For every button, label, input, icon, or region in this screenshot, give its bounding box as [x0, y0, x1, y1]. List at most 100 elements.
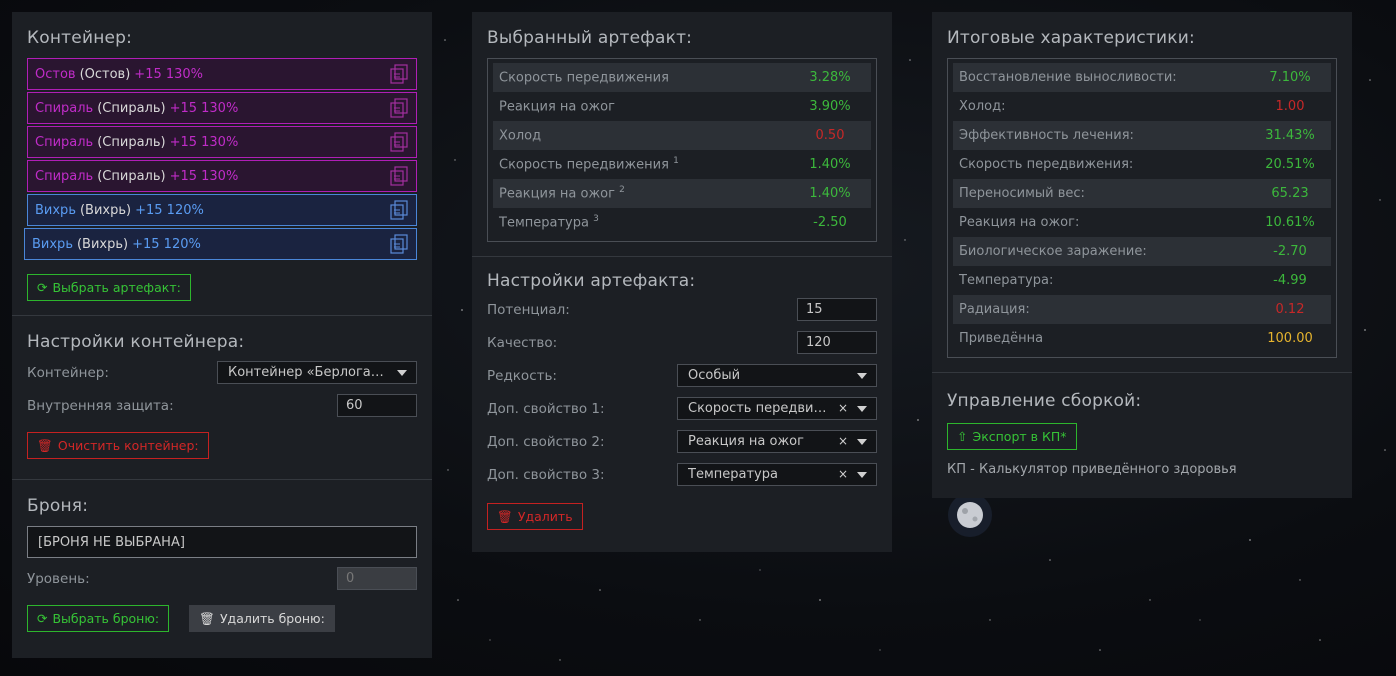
stat-row: Реакция на ожог: 10.61%	[953, 208, 1331, 237]
stat-row: Переносимый вес: 65.23	[953, 179, 1331, 208]
copy-icon[interactable]	[390, 98, 408, 118]
artifact-type: (Вихрь)	[79, 202, 132, 218]
quality-input[interactable]: 120	[797, 331, 877, 354]
stat-row: Биологическое заражение: -2.70	[953, 237, 1331, 266]
select-armor-button[interactable]: ⟳ Выбрать броню:	[27, 605, 170, 632]
artifact-type: (Спираль)	[97, 134, 166, 150]
armor-field[interactable]: [БРОНЯ НЕ ВЫБРАНА]	[27, 526, 417, 558]
total-stats-title: Итоговые характеристики:	[947, 28, 1195, 48]
armor-level-row: Уровень: 0	[27, 562, 417, 595]
stat-label: Приведённа	[959, 331, 1044, 346]
container-slot[interactable]: Спираль (Спираль) +15 130%	[27, 126, 417, 158]
artifact-name: Остов	[35, 66, 76, 82]
stat-value: 31.43%	[1265, 128, 1315, 143]
copy-icon[interactable]	[390, 132, 408, 152]
stat-label: Температура:	[959, 273, 1054, 288]
potential-input[interactable]: 15	[797, 298, 877, 321]
container-slot[interactable]: Спираль (Спираль) +15 130%	[27, 92, 417, 124]
stat-label: Холод	[499, 128, 542, 144]
armor-level-input: 0	[337, 567, 417, 590]
container-title: Контейнер:	[27, 28, 133, 48]
stat-label: Реакция на ожог:	[959, 215, 1080, 230]
stat-value: 100.00	[1267, 331, 1313, 346]
delete-armor-button[interactable]: 🗑 Удалить броню:	[189, 605, 335, 632]
container-slot[interactable]: Спираль (Спираль) +15 130%	[27, 160, 417, 192]
extra3-row: Доп. свойство 3: Температура ×	[487, 458, 877, 491]
copy-icon[interactable]	[390, 200, 408, 220]
artifact-level: +15 130%	[169, 168, 239, 184]
container-slot[interactable]: Остов (Остов) +15 130%	[27, 58, 417, 90]
right-panel: Итоговые характеристики: Восстановление …	[932, 12, 1352, 498]
stat-row: Температура 3 -2.50	[493, 208, 871, 237]
stat-label: Скорость передвижения	[499, 70, 669, 86]
artifact-level: +15 120%	[132, 236, 201, 252]
chevron-down-icon	[857, 373, 867, 379]
stat-label: Реакция на ожог	[499, 99, 615, 115]
stat-label: Восстановление выносливости:	[959, 70, 1177, 85]
build-management-title: Управление сборкой:	[947, 391, 1142, 411]
delete-artifact-button[interactable]: 🗑 Удалить	[487, 503, 583, 530]
export-button[interactable]: ⇧ Экспорт в КП*	[947, 423, 1077, 450]
stat-row: Скорость передвижения 1 1.40%	[493, 150, 871, 179]
trash-icon: 🗑	[37, 437, 53, 453]
artifact-level: +15 130%	[169, 134, 239, 150]
trash-icon: 🗑	[199, 610, 215, 626]
quality-row: Качество: 120	[487, 326, 877, 359]
stat-value: -2.50	[813, 215, 847, 230]
select-artifact-button[interactable]: ⟳ Выбрать артефакт:	[27, 274, 191, 301]
clear-container-button[interactable]: 🗑 Очистить контейнер:	[27, 432, 209, 459]
stat-value: 3.90%	[809, 99, 851, 114]
stat-row: Холод: 1.00	[953, 92, 1331, 121]
container-settings-title: Настройки контейнера:	[27, 332, 245, 352]
stat-row: Реакция на ожог 3.90%	[493, 92, 871, 121]
chevron-down-icon	[397, 370, 407, 376]
stat-label: Переносимый вес:	[959, 186, 1085, 201]
copy-icon[interactable]	[390, 166, 408, 186]
stat-value: 1.00	[1275, 99, 1305, 114]
artifact-settings-title: Настройки артефакта:	[487, 271, 696, 291]
stat-label: Холод:	[959, 99, 1006, 114]
clear-icon[interactable]: ×	[838, 434, 848, 448]
container-select[interactable]: Контейнер «Берлога…	[217, 361, 417, 384]
copy-icon[interactable]	[390, 64, 408, 84]
stat-value: -2.70	[1273, 244, 1307, 259]
stat-row: Радиация: 0.12	[953, 295, 1331, 324]
container-slot[interactable]: Вихрь (Вихрь) +15 120%	[27, 194, 417, 226]
stat-label: Биологическое заражение:	[959, 244, 1147, 259]
stat-row: Восстановление выносливости: 7.10%	[953, 63, 1331, 92]
container-slot[interactable]: Вихрь (Вихрь) +15 120%	[24, 228, 417, 260]
artifact-type: (Вихрь)	[76, 236, 129, 252]
rarity-row: Редкость: Особый	[487, 359, 877, 392]
stat-row: Приведённа 100.00	[953, 324, 1331, 353]
container-row: Контейнер: Контейнер «Берлога…	[27, 356, 417, 389]
potential-row: Потенциал: 15	[487, 293, 877, 326]
middle-panel: Выбранный артефакт: Скорость передвижени…	[472, 12, 892, 552]
artifact-name: Вихрь	[35, 202, 76, 218]
container-slots: Остов (Остов) +15 130% Спираль (Спираль) +15 …	[24, 58, 417, 260]
chevron-down-icon	[857, 439, 867, 445]
refresh-icon: ⟳	[37, 280, 48, 295]
extra2-row: Доп. свойство 2: Реакция на ожог ×	[487, 425, 877, 458]
artifact-level: +15 120%	[135, 202, 204, 218]
trash-icon: 🗑	[497, 508, 513, 524]
extra1-select[interactable]: Скорость передви… ×	[677, 397, 877, 420]
stat-label: Эффективность лечения:	[959, 128, 1134, 143]
clear-icon[interactable]: ×	[838, 467, 848, 481]
artifact-type: (Спираль)	[97, 168, 166, 184]
stat-value: 7.10%	[1269, 70, 1311, 85]
rarity-select[interactable]: Особый	[677, 364, 877, 387]
extra2-select[interactable]: Реакция на ожог ×	[677, 430, 877, 453]
extra3-select[interactable]: Температура ×	[677, 463, 877, 486]
artifact-type: (Спираль)	[97, 100, 166, 116]
stat-label: Реакция на ожог 2	[499, 185, 625, 202]
stat-label: Скорость передвижения 1	[499, 156, 679, 173]
clear-icon[interactable]: ×	[838, 401, 848, 415]
stat-value: 0.50	[815, 128, 845, 143]
stat-value: 3.28%	[809, 70, 851, 85]
stat-label: Скорость передвижения:	[959, 157, 1134, 172]
copy-icon[interactable]	[390, 234, 408, 254]
stat-row: Температура: -4.99	[953, 266, 1331, 295]
stat-value: 0.12	[1275, 302, 1305, 317]
artifact-name: Спираль	[35, 168, 94, 184]
inner-protection-input[interactable]: 60	[337, 394, 417, 417]
